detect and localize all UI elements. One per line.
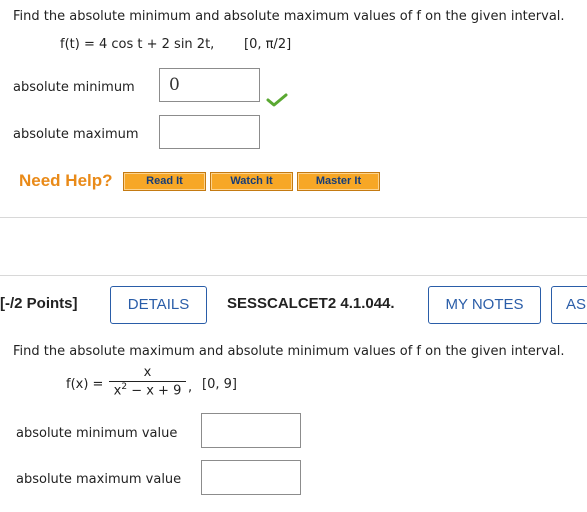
question-2-interval: [0, 9] (202, 377, 237, 392)
absolute-maximum-input[interactable] (159, 115, 260, 149)
fraction-denominator: x2 − x + 9 (113, 382, 182, 399)
master-it-button[interactable]: Master It (297, 172, 380, 191)
ask-your-teacher-button[interactable]: AS (551, 286, 587, 324)
absolute-minimum-value-input[interactable] (201, 413, 301, 448)
details-button[interactable]: DETAILS (110, 286, 207, 324)
question-2-fraction: x x2 − x + 9 (109, 365, 186, 398)
question-1-function: f(t) = 4 cos t + 2 sin 2t, (60, 37, 215, 52)
need-help-label: Need Help? (19, 171, 113, 190)
check-mark-icon (266, 93, 288, 107)
absolute-minimum-value-label: absolute minimum value (16, 426, 178, 441)
question-1-prompt: Find the absolute minimum and absolute m… (13, 9, 565, 24)
section-divider (0, 217, 587, 218)
absolute-maximum-value-label: absolute maximum value (16, 472, 182, 487)
question-1-interval: [0, π/2] (244, 37, 292, 52)
question-2-comma: , (188, 380, 193, 395)
absolute-maximum-value-input[interactable] (201, 460, 301, 495)
question-2-prompt: Find the absolute maximum and absolute m… (13, 344, 565, 359)
absolute-maximum-label: absolute maximum (13, 127, 139, 142)
absolute-minimum-input[interactable]: 0 (159, 68, 260, 102)
question-2-function-name: f(x) = (66, 377, 104, 392)
my-notes-button[interactable]: MY NOTES (428, 286, 541, 324)
read-it-button[interactable]: Read It (123, 172, 206, 191)
question-header-divider (0, 275, 587, 276)
problem-code: SESSCALCET2 4.1.044. (227, 295, 395, 312)
watch-it-button[interactable]: Watch It (210, 172, 293, 191)
fraction-numerator: x (143, 365, 152, 380)
absolute-minimum-label: absolute minimum (13, 80, 135, 95)
points-label: [-/2 Points] (0, 295, 78, 312)
